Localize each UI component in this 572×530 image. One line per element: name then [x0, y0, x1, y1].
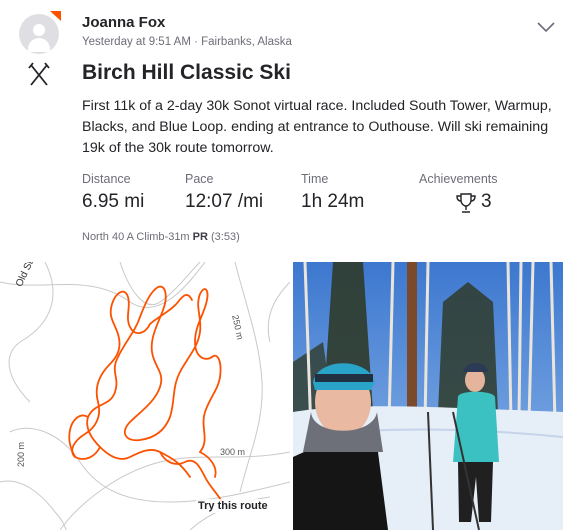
stat-achievements[interactable]: Achievements 3 [419, 172, 509, 213]
avatar-body [28, 38, 50, 52]
contour-label-200: 200 m [16, 441, 26, 467]
stat-time: Time 1h 24m [301, 172, 364, 213]
stat-pace-value: 12:07 /mi [185, 191, 264, 212]
stat-pace: Pace 12:07 /mi [185, 172, 263, 213]
contour-label-300: 300 m [220, 447, 246, 457]
segment-effort[interactable]: North 40 A Climb-31m PR (3:53) [82, 231, 240, 243]
stat-distance-label: Distance [82, 172, 131, 186]
segment-time: (3:53) [211, 231, 240, 243]
try-route-button[interactable]: Try this route [196, 499, 270, 513]
trophy-icon [456, 193, 476, 213]
activity-meta: Yesterday at 9:51 AM · Fairbanks, Alaska [82, 36, 292, 48]
athlete-name[interactable]: Joanna Fox [82, 14, 165, 31]
achievements-row: 3 [455, 190, 515, 214]
stat-distance: Distance 6.95 mi [82, 172, 144, 213]
activity-media: Old Steese 250 m 300 m 200 m Try this ro… [0, 262, 572, 530]
map-canvas [0, 262, 290, 530]
stat-achievements-value: 3 [481, 191, 492, 212]
stat-pace-label: Pace [185, 172, 214, 186]
stat-time-label: Time [301, 172, 329, 186]
cross-country-ski-icon [28, 62, 50, 86]
subscriber-badge-icon [50, 11, 61, 21]
activity-description: First 11k of a 2-day 30k Sonot virtual r… [82, 98, 552, 156]
stat-distance-value: 6.95 mi [82, 191, 145, 212]
stat-time-value: 1h 24m [301, 191, 365, 212]
route-map[interactable]: Old Steese 250 m 300 m 200 m Try this ro… [0, 262, 290, 530]
chevron-down-icon[interactable] [536, 20, 556, 34]
activity-photo[interactable] [293, 262, 563, 530]
stat-achievements-label: Achievements [419, 172, 498, 186]
activity-header: Joanna Fox Yesterday at 9:51 AM · Fairba… [0, 0, 572, 60]
activity-title[interactable]: Birch Hill Classic Ski [82, 61, 291, 85]
avatar-head [33, 24, 45, 36]
segment-name: North 40 A Climb-31m [82, 231, 190, 243]
pr-badge: PR [192, 231, 208, 243]
photo-image [293, 262, 563, 530]
